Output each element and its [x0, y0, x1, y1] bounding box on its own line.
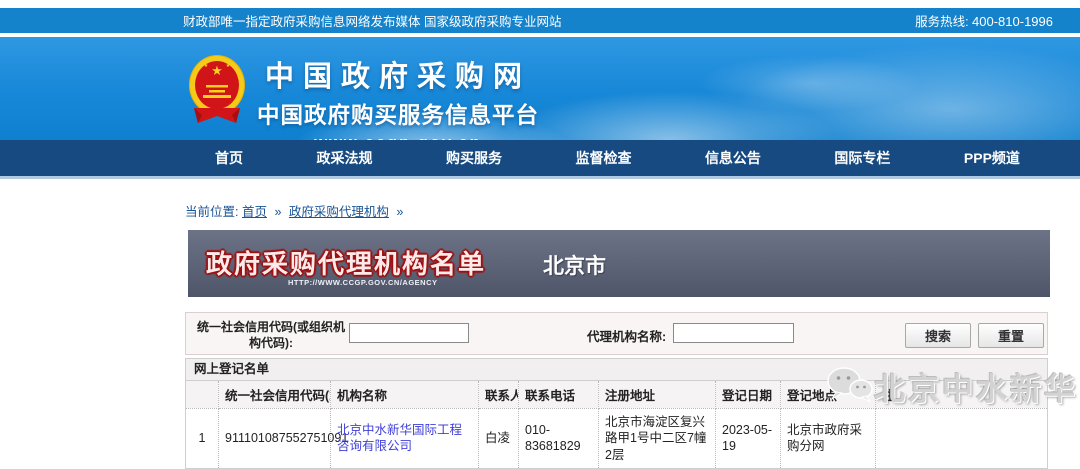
- agency-name-label: 代理机构名称:: [587, 326, 666, 345]
- agency-search-form: 统一社会信用代码(或组织机构代码): 代理机构名称: 搜索 重置: [185, 312, 1048, 355]
- site-header: ★ ★ ★ 中国政府采购网 中国政府购买服务信息平台 www.ccgp.gov.…: [0, 37, 1080, 140]
- breadcrumb-section-link[interactable]: 政府采购代理机构: [289, 205, 389, 219]
- breadcrumb-prefix: 当前位置:: [185, 205, 238, 219]
- search-button[interactable]: 搜索: [905, 323, 971, 348]
- col-index: [186, 381, 219, 409]
- site-tagline: 财政部唯一指定政府采购信息网络发布媒体 国家级政府采购专业网站: [183, 11, 561, 30]
- section-title: 网上登记名单: [185, 358, 1048, 380]
- breadcrumb-separator: »: [274, 205, 281, 219]
- breadcrumb-separator: »: [396, 205, 403, 219]
- svg-text:★: ★: [226, 63, 231, 69]
- svg-text:★: ★: [211, 63, 223, 78]
- agency-name-input[interactable]: [673, 323, 794, 343]
- row-contact: 白凌: [479, 409, 519, 469]
- registration-list: 网上登记名单 统一社会信用代码(或组织 机构名称 联系人 联系电话 注册地址 登…: [185, 358, 1048, 469]
- site-subtitle: 中国政府购买服务信息平台: [253, 98, 543, 130]
- hotline-number: 400-810-1996: [972, 14, 1053, 29]
- row-address: 北京市海淀区复兴路甲1号中二区7幢2层: [599, 409, 716, 469]
- nav-item-purchase-services[interactable]: 购买服务: [446, 148, 502, 168]
- top-strip: 财政部唯一指定政府采购信息网络发布媒体 国家级政府采购专业网站 服务热线: 40…: [0, 8, 1080, 33]
- row-note: [876, 409, 1048, 469]
- service-hotline: 服务热线: 400-810-1996: [915, 11, 1053, 30]
- agency-list-banner: 政府采购代理机构名单 北京市 HTTP://WWW.CCGP.GOV.CN/AG…: [188, 230, 1050, 297]
- col-contact: 联系人: [479, 381, 519, 409]
- agency-name-link[interactable]: 北京中水新华国际工程咨询有限公司: [337, 423, 462, 453]
- svg-text:★: ★: [204, 63, 209, 69]
- main-nav: 首页 政采法规 购买服务 监督检查 信息公告 国际专栏 PPP频道: [0, 140, 1080, 179]
- col-note: 注: [876, 381, 1048, 409]
- nav-item-home[interactable]: 首页: [215, 148, 243, 168]
- col-credit-code: 统一社会信用代码(或组织: [219, 381, 331, 409]
- credit-code-input[interactable]: [349, 323, 469, 343]
- table-header-row: 统一社会信用代码(或组织 机构名称 联系人 联系电话 注册地址 登记日期 登记地…: [186, 381, 1048, 409]
- col-reg-place: 登记地点: [781, 381, 876, 409]
- agency-table: 统一社会信用代码(或组织 机构名称 联系人 联系电话 注册地址 登记日期 登记地…: [185, 380, 1048, 469]
- banner-url: HTTP://WWW.CCGP.GOV.CN/AGENCY: [288, 278, 438, 287]
- nav-item-announcements[interactable]: 信息公告: [705, 148, 761, 168]
- nav-item-international[interactable]: 国际专栏: [834, 148, 890, 168]
- site-title: 中国政府采购网: [253, 53, 543, 95]
- row-index: 1: [186, 409, 219, 469]
- banner-title: 政府采购代理机构名单: [206, 244, 486, 281]
- credit-code-label: 统一社会信用代码(或组织机构代码):: [194, 319, 348, 351]
- row-reg-date: 2023-05-19: [716, 409, 781, 469]
- row-phone: 010-83681829: [519, 409, 599, 469]
- row-reg-place: 北京市政府采购分网: [781, 409, 876, 469]
- col-address: 注册地址: [599, 381, 716, 409]
- table-row: 1 911101087552751091 北京中水新华国际工程咨询有限公司 白凌…: [186, 409, 1048, 469]
- nav-item-ppp-channel[interactable]: PPP频道: [964, 148, 1020, 168]
- col-phone: 联系电话: [519, 381, 599, 409]
- nav-item-regulations[interactable]: 政采法规: [316, 148, 372, 168]
- national-emblem-logo: ★ ★ ★: [186, 51, 248, 134]
- col-reg-date: 登记日期: [716, 381, 781, 409]
- nav-item-supervision[interactable]: 监督检查: [575, 148, 631, 168]
- reset-button[interactable]: 重置: [978, 323, 1044, 348]
- col-org-name: 机构名称: [331, 381, 479, 409]
- row-credit-code: 911101087552751091: [219, 409, 331, 469]
- breadcrumb: 当前位置: 首页 » 政府采购代理机构 »: [185, 201, 407, 220]
- banner-region: 北京市: [543, 250, 606, 280]
- breadcrumb-home-link[interactable]: 首页: [242, 205, 267, 219]
